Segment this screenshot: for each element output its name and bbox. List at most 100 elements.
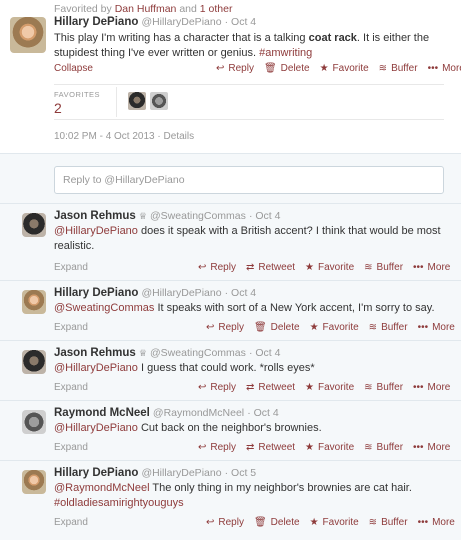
tweet-text: @HillaryDePiano does it speak with a Bri… [54,224,449,253]
author-handle[interactable]: @HillaryDePiano [141,16,221,28]
favoriter-avatar[interactable] [150,92,168,110]
favorite-button[interactable]: ★ Favorite [305,442,354,453]
buffer-label: Buffer [376,382,404,393]
reply-tweet[interactable]: Jason Rehmus ♕ @SweatingCommas · Oct 4 @… [0,203,461,280]
tweet-text-bold: coat rack [308,32,357,44]
buffer-button[interactable]: ≋ Buffer [379,63,418,74]
expand-link[interactable]: Expand [54,382,88,393]
tweet-time[interactable]: · Oct 4 [225,287,257,299]
buffer-label: Buffer [381,517,408,528]
reply-input[interactable]: Reply to @HillaryDePiano [54,166,444,194]
mention-link[interactable]: @RaymondMcNeel [54,482,150,494]
hashtag-link[interactable]: #oldladiesamirightyouguys [54,497,184,509]
reply-button[interactable]: ↩ Reply [216,63,254,74]
star-icon: ★ [319,63,329,74]
collapse-link[interactable]: Collapse [54,63,93,74]
avatar[interactable] [22,350,46,374]
avatar[interactable] [22,213,46,237]
favorite-label: Favorite [318,382,355,393]
tweet-time[interactable]: · Oct 4 [225,16,257,28]
reply-label: Reply [228,63,254,74]
retweet-button[interactable]: ⇄ Retweet [246,442,295,453]
expand-link[interactable]: Expand [54,322,88,333]
reply-button[interactable]: ↩ Reply [206,517,244,528]
author-name[interactable]: Hillary DePiano [54,16,138,28]
expand-link[interactable]: Expand [54,517,88,528]
tweet-text-part: This play I'm writing has a character th… [54,32,309,44]
expand-link[interactable]: Expand [54,262,88,273]
buffer-button[interactable]: ≋ Buffer [369,322,408,333]
author-handle[interactable]: @RaymondMcNeel [153,407,244,419]
buffer-button[interactable]: ≋ Buffer [364,442,403,453]
reply-icon: ↩ [206,322,215,333]
reply-button[interactable]: ↩ Reply [198,382,236,393]
reply-header: Raymond McNeel @RaymondMcNeel · Oct 4 [54,407,279,419]
delete-label: Delete [270,517,300,528]
author-handle[interactable]: @HillaryDePiano [141,467,221,479]
avatar[interactable] [22,470,46,494]
mention-link[interactable]: @SweatingCommas [54,302,154,314]
author-name[interactable]: Raymond McNeel [54,407,150,419]
trash-icon: 🗑 [263,63,277,74]
buffer-icon: ≋ [364,382,373,393]
favoriter-link[interactable]: Dan Huffman [115,3,177,15]
author-name[interactable]: Hillary DePiano [54,467,138,479]
reply-header: Jason Rehmus ♕ @SweatingCommas · Oct 4 [54,347,280,359]
details-link[interactable]: Details [164,131,195,142]
reply-button[interactable]: ↩ Reply [198,442,236,453]
tweet-time[interactable]: · Oct 5 [225,467,257,479]
buffer-label: Buffer [381,322,408,333]
author-name[interactable]: Jason Rehmus [54,347,136,359]
more-button[interactable]: •••More [428,63,461,74]
more-button[interactable]: •••More [418,322,455,333]
author-handle[interactable]: @HillaryDePiano [141,287,221,299]
author-handle[interactable]: @SweatingCommas [150,210,246,222]
mention-link[interactable]: @HillaryDePiano [54,225,138,237]
delete-button[interactable]: 🗑 Delete [264,63,310,74]
favorite-button[interactable]: ★ Favorite [310,517,359,528]
retweet-button[interactable]: ⇄ Retweet [246,382,295,393]
reply-button[interactable]: ↩ Reply [206,322,244,333]
more-button[interactable]: •••More [413,382,450,393]
avatar[interactable] [22,290,46,314]
reply-tweet[interactable]: Hillary DePiano @HillaryDePiano · Oct 4 … [0,280,461,340]
favorite-button[interactable]: ★ Favorite [310,322,359,333]
more-button[interactable]: •••More [413,262,450,273]
delete-button[interactable]: 🗑 Delete [254,322,300,333]
more-button[interactable]: •••More [413,442,450,453]
tweet-text: @SweatingCommas It speaks with sort of a… [54,301,449,316]
avatar[interactable] [22,410,46,434]
retweet-button[interactable]: ⇄ Retweet [246,262,295,273]
buffer-button[interactable]: ≋ Buffer [364,262,403,273]
author-name[interactable]: Jason Rehmus [54,210,136,222]
favorites-count[interactable]: 2 [54,100,62,116]
tweet-text-part: The only thing in my neighbor's brownies… [149,482,412,494]
favorite-button[interactable]: ★ Favorite [305,382,354,393]
favorite-button[interactable]: ★ Favorite [320,63,369,74]
tweet-time[interactable]: · Oct 4 [247,407,279,419]
tweet-time[interactable]: · Oct 4 [249,210,281,222]
reply-tweet[interactable]: Hillary DePiano @HillaryDePiano · Oct 5 … [0,460,461,540]
tweet-meta: 10:02 PM - 4 Oct 2013 · Details [54,131,194,142]
hashtag-link[interactable]: #amwriting [259,47,312,59]
mention-link[interactable]: @HillaryDePiano [54,422,138,434]
reply-tweet[interactable]: Raymond McNeel @RaymondMcNeel · Oct 4 @H… [0,400,461,460]
tweet-actions: ↩ Reply ⇄ Retweet ★ Favorite ≋ Buffer ••• Mor… [188,382,450,393]
favoriter-avatar[interactable] [128,92,146,110]
reply-tweet[interactable]: Jason Rehmus ♕ @SweatingCommas · Oct 4 @… [0,340,461,400]
delete-button[interactable]: 🗑 Delete [254,517,300,528]
tweet-time[interactable]: · Oct 4 [249,347,281,359]
stats-divider [116,87,117,117]
mention-link[interactable]: @HillaryDePiano [54,362,138,374]
more-button[interactable]: •••More [418,517,455,528]
buffer-button[interactable]: ≋ Buffer [364,382,403,393]
buffer-button[interactable]: ≋ Buffer [369,517,408,528]
reply-button[interactable]: ↩ Reply [198,262,236,273]
favorite-button[interactable]: ★ Favorite [305,262,354,273]
buffer-icon: ≋ [364,442,373,453]
author-name[interactable]: Hillary DePiano [54,287,138,299]
expand-link[interactable]: Expand [54,442,88,453]
author-handle[interactable]: @SweatingCommas [150,347,246,359]
favoriter-other-link[interactable]: 1 other [200,3,233,15]
avatar[interactable] [10,17,46,53]
